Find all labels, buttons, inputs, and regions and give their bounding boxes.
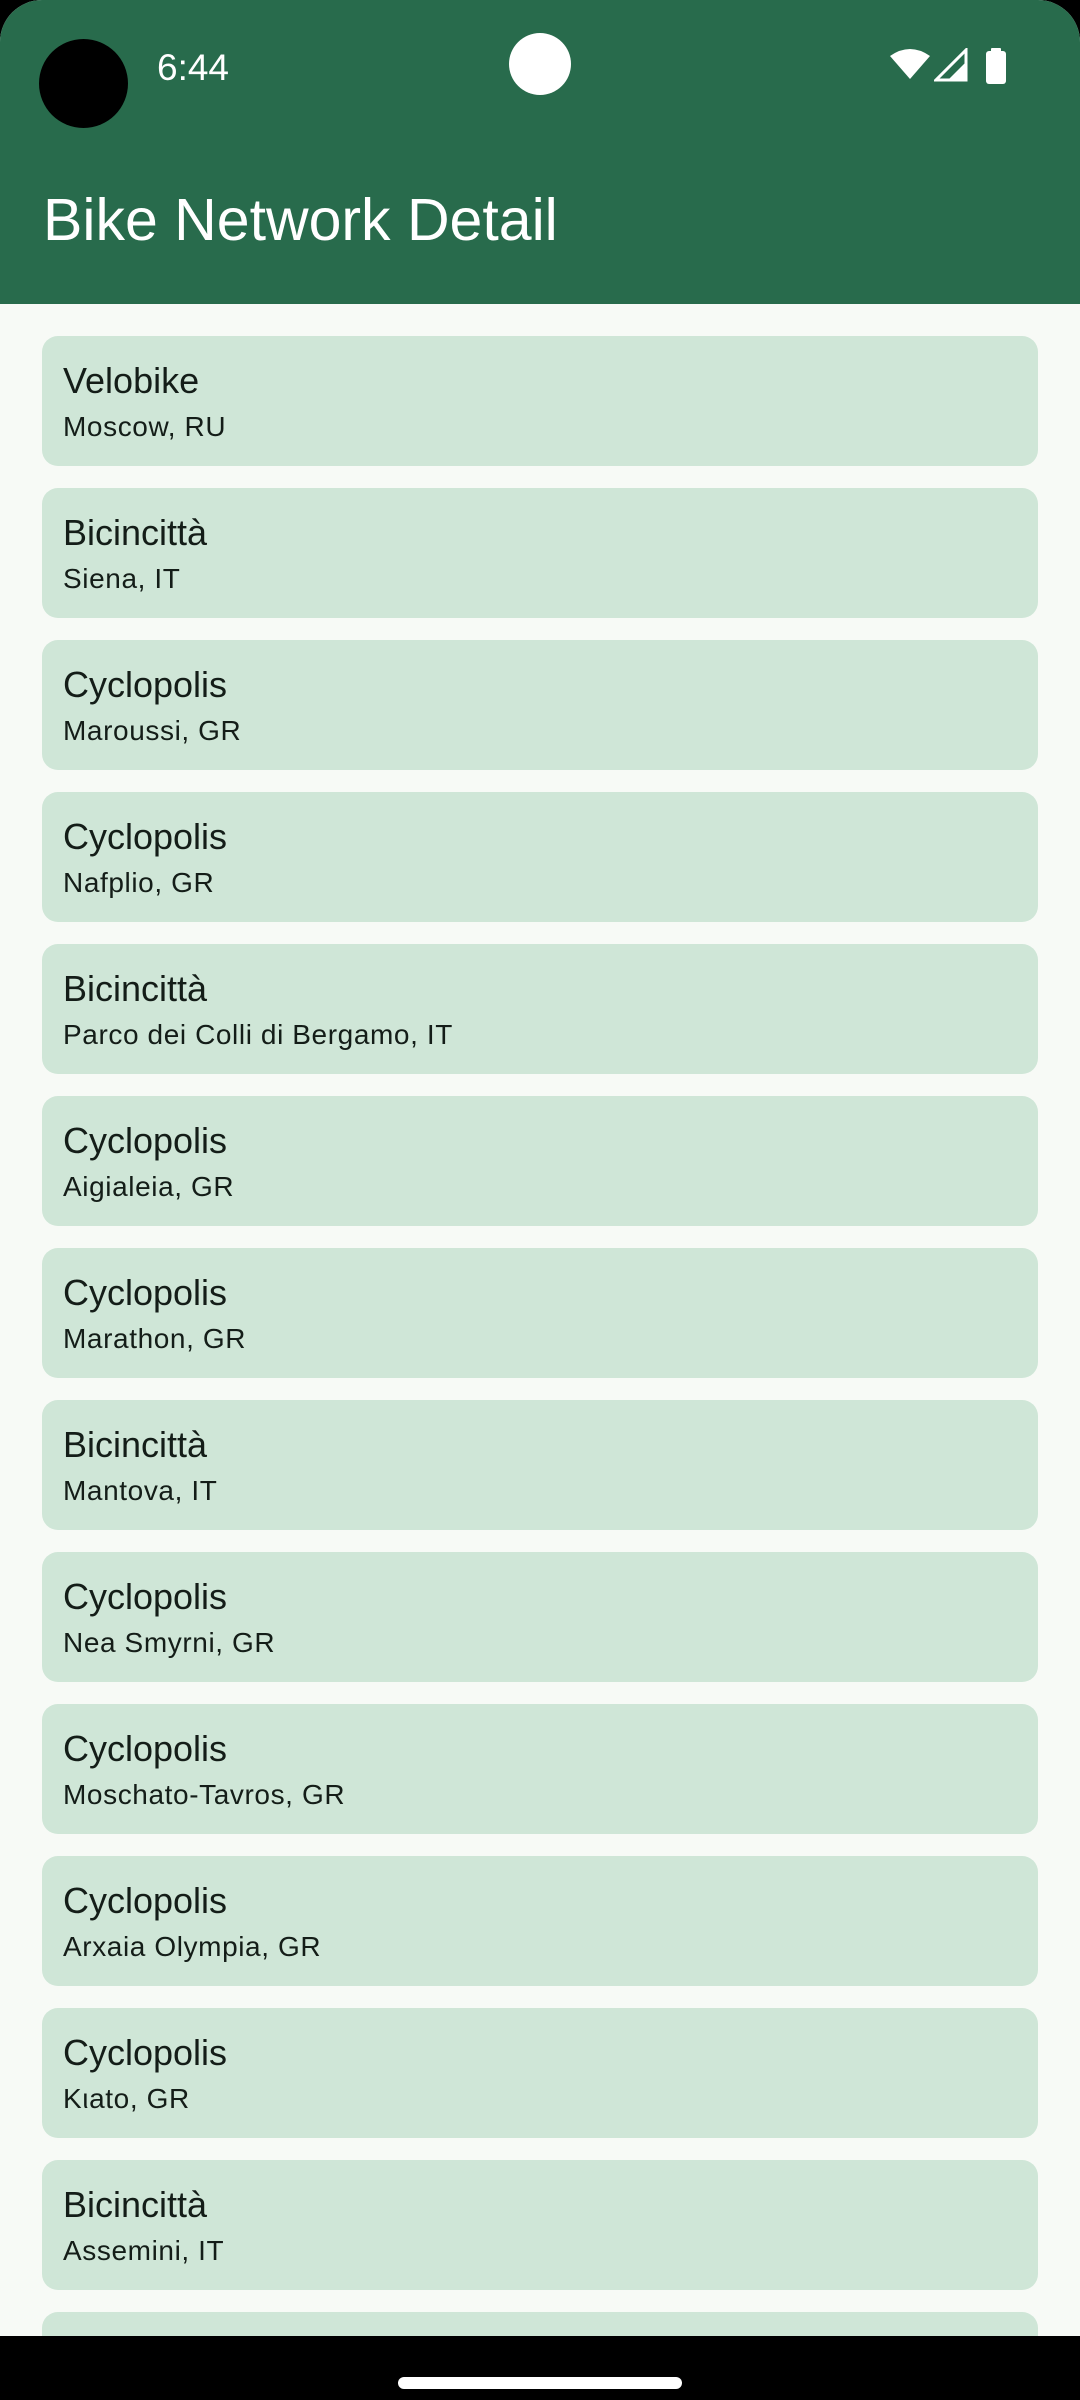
- status-time: 6:44: [157, 47, 230, 88]
- network-location: Nea Smyrni, GR: [63, 1627, 276, 1658]
- network-name: Velobike: [63, 360, 200, 401]
- network-card[interactable]: Bicincittà Mantova, IT: [42, 1400, 1038, 1530]
- network-location: Aigialeia, GR: [63, 1171, 235, 1202]
- network-card[interactable]: Velobike Moscow, RU: [42, 336, 1038, 466]
- camera-cutout: [39, 39, 128, 128]
- network-location: Mantova, IT: [63, 1475, 218, 1506]
- network-card[interactable]: Cyclopolis Maroussi, GR: [42, 640, 1038, 770]
- network-card-partial[interactable]: [42, 2312, 1038, 2336]
- wifi-icon: [890, 49, 930, 79]
- network-location: Parco dei Colli di Bergamo, IT: [63, 1019, 453, 1050]
- home-gesture-handle[interactable]: [398, 2377, 682, 2389]
- network-card[interactable]: Cyclopolis Aigialeia, GR: [42, 1096, 1038, 1226]
- network-location: Moschato-Tavros, GR: [63, 1779, 346, 1810]
- network-name: Cyclopolis: [63, 664, 228, 705]
- network-location: Nafplio, GR: [63, 867, 215, 898]
- network-list[interactable]: Velobike Moscow, RU Bicincittà Siena, IT…: [0, 304, 1080, 2336]
- network-name: Cyclopolis: [63, 1880, 228, 1921]
- network-name: Bicincittà: [63, 2184, 208, 2225]
- network-location: Siena, IT: [63, 563, 181, 594]
- network-name: Bicincittà: [63, 512, 208, 553]
- network-card[interactable]: Cyclopolis Marathon, GR: [42, 1248, 1038, 1378]
- network-name: Bicincittà: [63, 968, 208, 1009]
- network-name: Cyclopolis: [63, 1120, 228, 1161]
- network-card[interactable]: Bicincittà Siena, IT: [42, 488, 1038, 618]
- network-name: Cyclopolis: [63, 2032, 228, 2073]
- network-card[interactable]: Bicincittà Parco dei Colli di Bergamo, I…: [42, 944, 1038, 1074]
- network-name: Cyclopolis: [63, 1728, 228, 1769]
- network-location: Maroussi, GR: [63, 715, 242, 746]
- app-screen: 6:44 Bike Network Detail Velobike Moscow…: [0, 0, 1080, 2400]
- network-location: Kιato, GR: [63, 2083, 190, 2114]
- network-card[interactable]: Bicincittà Assemini, IT: [42, 2160, 1038, 2290]
- network-name: Cyclopolis: [63, 816, 228, 857]
- network-card[interactable]: Cyclopolis Arxaia Olympia, GR: [42, 1856, 1038, 1986]
- system-navigation-bar: [0, 2336, 1080, 2400]
- network-name: Bicincittà: [63, 1424, 208, 1465]
- network-name: Cyclopolis: [63, 1272, 228, 1313]
- network-card[interactable]: Cyclopolis Nafplio, GR: [42, 792, 1038, 922]
- network-location: Moscow, RU: [63, 411, 227, 442]
- network-card[interactable]: Cyclopolis Nea Smyrni, GR: [42, 1552, 1038, 1682]
- network-card[interactable]: Cyclopolis Kιato, GR: [42, 2008, 1038, 2138]
- network-card[interactable]: Cyclopolis Moschato-Tavros, GR: [42, 1704, 1038, 1834]
- page-title: Bike Network Detail: [43, 187, 558, 253]
- network-name: Cyclopolis: [63, 1576, 228, 1617]
- top-app-bar: 6:44 Bike Network Detail: [0, 0, 1080, 304]
- network-location: Arxaia Olympia, GR: [63, 1931, 322, 1962]
- cellular-signal-icon: [934, 48, 968, 82]
- network-location: Marathon, GR: [63, 1323, 247, 1354]
- status-icons: [890, 48, 1010, 88]
- network-location: Assemini, IT: [63, 2235, 225, 2266]
- battery-icon: [986, 48, 1006, 84]
- front-camera-indicator: [509, 33, 571, 95]
